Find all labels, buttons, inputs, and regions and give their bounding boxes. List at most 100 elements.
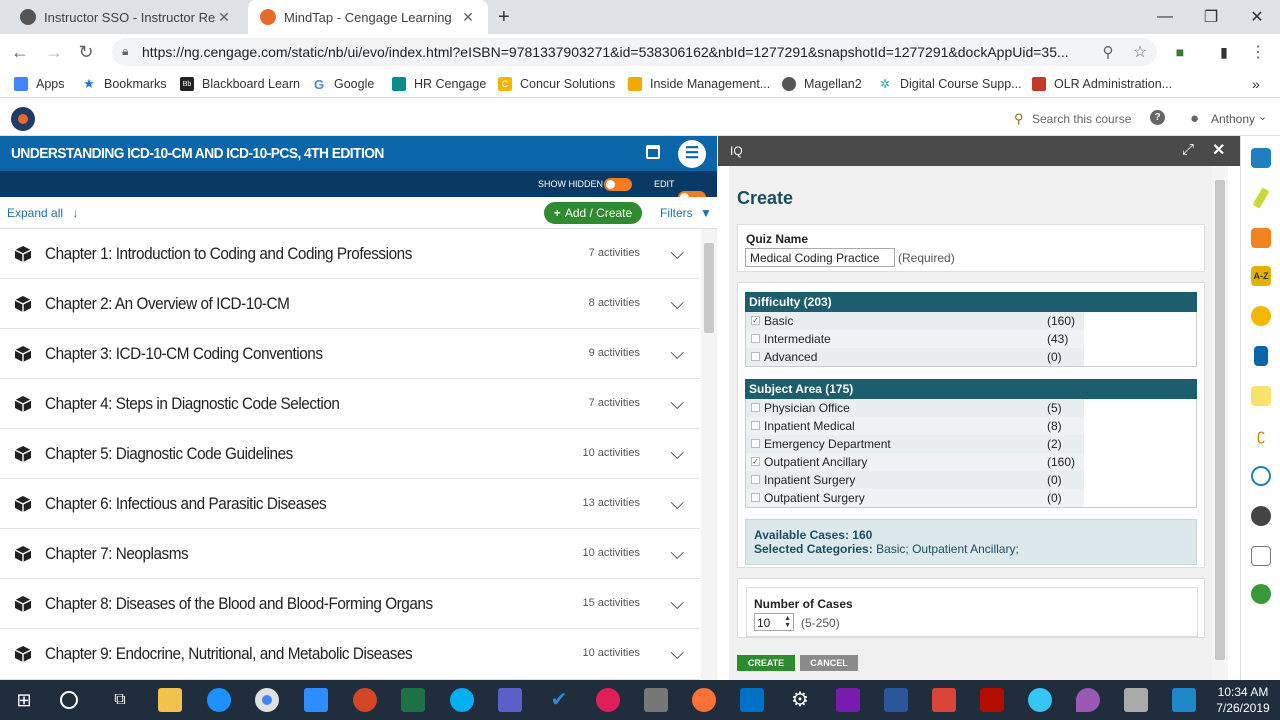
skype-icon[interactable] — [450, 688, 474, 712]
list-view-icon[interactable]: ☰ — [678, 140, 706, 168]
minimize-button[interactable]: — — [1142, 0, 1188, 34]
extension-icon[interactable]: ■ — [1168, 40, 1192, 64]
app-icon[interactable] — [1124, 688, 1148, 712]
pencil-icon[interactable] — [1252, 187, 1270, 209]
subject-option-outpatient-ancillary[interactable]: ✓ Outpatient Ancillary (160) — [746, 453, 1084, 471]
teams-icon[interactable] — [498, 688, 522, 712]
scrollbar-thumb[interactable] — [704, 243, 714, 333]
mindtap-logo[interactable] — [11, 107, 35, 131]
powerpoint-icon[interactable] — [353, 688, 377, 712]
help-icon[interactable]: ? — [1150, 110, 1165, 125]
quiz-q-icon[interactable] — [1251, 506, 1271, 526]
snipping-tool-icon[interactable] — [644, 688, 668, 712]
chevron-down-icon[interactable]: ⌵ — [670, 293, 684, 314]
subject-option-inpatient-medical[interactable]: Inpatient Medical (8) — [746, 417, 1084, 435]
settings-gear-icon[interactable]: ⚙ — [788, 688, 812, 712]
subject-option-physician-office[interactable]: Physician Office (5) — [746, 399, 1084, 417]
quiz-name-input[interactable]: Medical Coding Practice — [745, 248, 895, 267]
profile-icon[interactable]: ▮ — [1212, 40, 1236, 64]
expand-all-link[interactable]: Expand all ↓ — [7, 206, 78, 220]
cnow-icon[interactable] — [1251, 466, 1271, 486]
checkbox[interactable] — [751, 334, 760, 343]
slack-icon[interactable] — [596, 688, 620, 712]
bookmark-bookmarks[interactable]: ★ Bookmarks — [82, 74, 166, 94]
file-explorer-icon[interactable] — [158, 688, 182, 712]
bookmark-hr-cengage[interactable]: HR Cengage — [392, 74, 486, 94]
internet-explorer-icon[interactable] — [207, 688, 231, 712]
chapter-row-3[interactable]: Chapter 3: ICD-10-CM Coding Conventions … — [0, 329, 700, 379]
checkmark-app-icon[interactable]: ✔ — [547, 688, 571, 712]
user-menu[interactable]: Anthony — [1211, 112, 1255, 126]
chevron-down-icon[interactable]: ⌄ — [1258, 110, 1267, 123]
chapter-row-5[interactable]: Chapter 5: Diagnostic Code Guidelines 10… — [0, 429, 700, 479]
chapter-row-1[interactable]: Chapter 1: Introduction to Coding and Co… — [0, 229, 700, 279]
expand-icon[interactable]: ⤢ — [1182, 141, 1194, 158]
windows-start-icon[interactable]: ⊞ — [12, 688, 36, 712]
forward-arrow-icon[interactable]: → — [42, 40, 66, 64]
onenote-icon[interactable] — [836, 688, 860, 712]
checkbox[interactable] — [751, 403, 760, 412]
browser-tab-instructor-sso[interactable]: Instructor SSO - Instructor Resou ✕ — [8, 0, 244, 34]
firefox-icon[interactable] — [692, 688, 716, 712]
add-create-button[interactable]: + Add / Create — [544, 202, 642, 224]
course-search-input[interactable]: Search this course — [1032, 112, 1131, 126]
checkbox[interactable] — [751, 493, 760, 502]
checkbox-checked[interactable]: ✓ — [751, 457, 760, 466]
subject-option-inpatient-surgery[interactable]: Inpatient Surgery (0) — [746, 471, 1084, 489]
bookmarks-overflow-icon[interactable]: » — [1252, 74, 1260, 94]
rss-icon[interactable] — [1251, 228, 1271, 248]
bookmark-apps[interactable]: Apps — [14, 74, 65, 94]
subject-option-emergency-department[interactable]: Emergency Department (2) — [746, 435, 1084, 453]
bookmark-digital-course[interactable]: ✲ Digital Course Supp... — [878, 74, 1022, 94]
word-icon[interactable] — [884, 688, 908, 712]
spinner-arrows-icon[interactable]: ▲ ▼ — [784, 615, 791, 629]
maps-pin-icon[interactable] — [1076, 688, 1100, 712]
chevron-down-icon[interactable]: ⌵ — [670, 493, 684, 514]
chapter-row-9[interactable]: Chapter 9: Endocrine, Nutritional, and M… — [0, 629, 700, 680]
chapter-row-8[interactable]: Chapter 8: Diseases of the Blood and Blo… — [0, 579, 700, 629]
bookmark-magellan[interactable]: Magellan2 — [782, 74, 862, 94]
todoist-icon[interactable] — [932, 688, 956, 712]
difficulty-option-advanced[interactable]: Advanced (0) — [746, 348, 1084, 366]
restore-button[interactable]: ❐ — [1188, 0, 1234, 34]
chapter-row-2[interactable]: Chapter 2: An Overview of ICD-10-CM 8 ac… — [0, 279, 700, 329]
briefcase-icon[interactable] — [1251, 148, 1271, 168]
window-close-button[interactable]: ✕ — [1234, 0, 1280, 34]
pen-app-icon[interactable] — [1172, 688, 1196, 712]
chapter-list-scrollbar[interactable] — [701, 229, 717, 680]
browser-tab-mindtap[interactable]: MindTap - Cengage Learning ✕ — [248, 0, 488, 34]
iq-panel-scrollbar[interactable] — [1212, 166, 1228, 680]
chapter-row-6[interactable]: Chapter 6: Infectious and Parasitic Dise… — [0, 479, 700, 529]
show-hidden-toggle[interactable] — [604, 178, 632, 191]
url-input[interactable]: 🔒︎ https://ng.cengage.com/static/nb/ui/e… — [112, 38, 1157, 66]
calendar-icon[interactable] — [646, 145, 660, 159]
zoom-search-icon[interactable]: ⚲ — [1096, 40, 1120, 64]
bookmark-google[interactable]: G Google — [312, 74, 374, 94]
difficulty-option-intermediate[interactable]: Intermediate (43) — [746, 330, 1084, 348]
filters-button[interactable]: Filters ▼ — [660, 206, 712, 220]
close-icon[interactable]: ✕ — [460, 9, 476, 26]
zoom-icon[interactable] — [304, 688, 328, 712]
chevron-down-icon[interactable]: ⌵ — [670, 393, 684, 414]
bookmark-concur[interactable]: C Concur Solutions — [498, 74, 615, 94]
difficulty-option-basic[interactable]: ✓ Basic (160) — [746, 312, 1084, 330]
dictionary-az-icon[interactable]: A-Z — [1251, 266, 1271, 286]
book-icon[interactable] — [1254, 346, 1268, 366]
cancel-button[interactable]: CANCEL — [800, 655, 858, 671]
chevron-down-icon[interactable]: ⌵ — [670, 543, 684, 564]
chapter-row-4[interactable]: Chapter 4: Steps in Diagnostic Code Sele… — [0, 379, 700, 429]
task-view-icon[interactable]: ⧉ — [108, 688, 132, 712]
readspeaker-icon[interactable]: ʗ — [1251, 426, 1271, 446]
create-button[interactable]: CREATE — [737, 655, 795, 671]
excel-icon[interactable] — [401, 688, 425, 712]
chrome-icon[interactable] — [255, 688, 279, 712]
bookmark-blackboard[interactable]: Bb Blackboard Learn — [180, 74, 300, 94]
reload-icon[interactable]: ↻ — [74, 40, 98, 64]
chevron-down-icon[interactable]: ⌵ — [670, 343, 684, 364]
chevron-down-icon[interactable]: ⌵ — [670, 243, 684, 264]
document-icon[interactable] — [1251, 546, 1271, 566]
clock-date[interactable]: 7/26/2019 — [1212, 701, 1274, 715]
notes-icon[interactable] — [1251, 386, 1271, 406]
acrobat-icon[interactable] — [980, 688, 1004, 712]
checkbox[interactable] — [751, 439, 760, 448]
